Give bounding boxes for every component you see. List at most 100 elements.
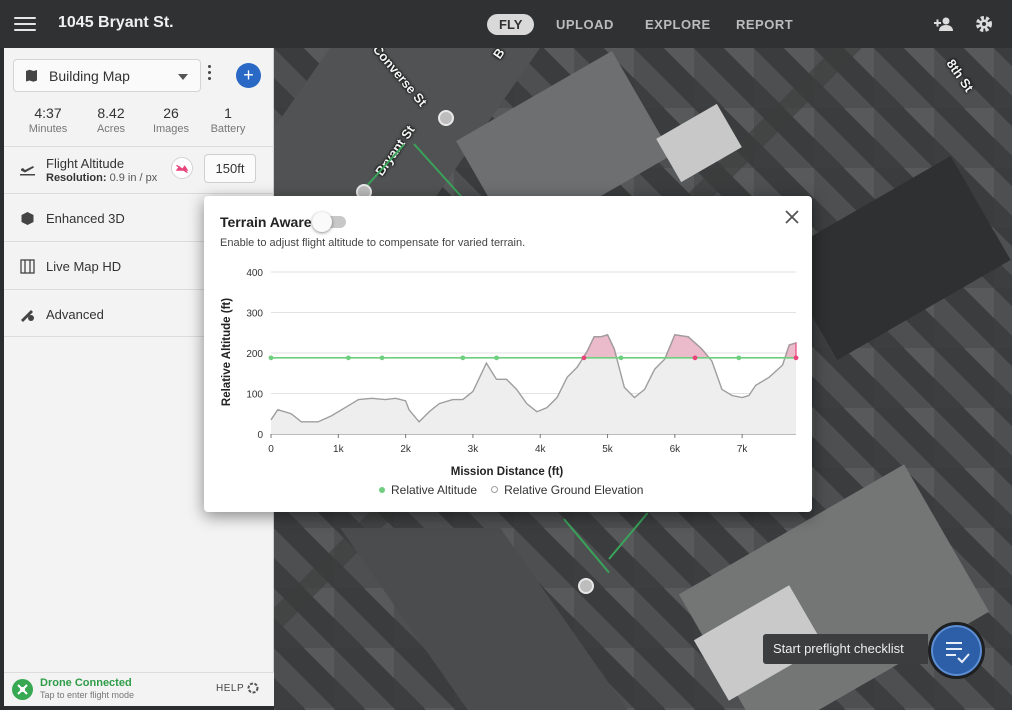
toggle-knob [312,212,332,232]
dialog-title: Terrain Aware [220,214,312,230]
map-type-label: Building Map [49,68,130,84]
stat-battery: 1 Battery [198,105,258,135]
resolution-value: 0.9 in / px [109,172,158,184]
help-button[interactable]: HELP [216,683,244,694]
altitude-point [268,355,274,361]
cube-icon [21,212,34,225]
stat-label: Battery [210,123,246,135]
tab-explore[interactable]: EXPLORE [645,17,711,32]
drone-status-title: Drone Connected [40,677,132,689]
waypoint-marker[interactable] [578,578,594,594]
stat-value: 8.42 [97,105,125,121]
y-axis-label: Relative Altitude (ft) [221,298,233,406]
legend-dot [491,486,499,493]
top-bar: 1045 Bryant St. FLY UPLOAD EXPLORE REPOR… [0,0,1012,48]
flight-path [608,512,649,560]
legend-item-ground: Relative Ground Elevation [491,483,643,497]
altitude-point [460,355,466,361]
live-map-icon [20,259,35,274]
altitude-point [379,355,385,361]
preflight-checklist-button[interactable] [928,622,985,679]
drone-status-subtitle: Tap to enter flight mode [40,690,135,700]
more-options-icon[interactable] [202,62,216,90]
map-road [340,528,628,710]
y-tick-label: 200 [246,349,263,360]
stat-images: 26 Images [141,105,201,135]
flight-altitude-label: Flight Altitude [46,156,125,171]
terrain-conflict-area [581,334,618,359]
x-axis-label: Mission Distance (ft) [451,466,564,478]
legend-label: Relative Ground Elevation [504,483,644,497]
x-tick-label: 7k [737,444,749,455]
legend-item-altitude: Relative Altitude [379,483,477,497]
legend-label: Relative Altitude [391,483,478,497]
x-tick-label: 6k [670,444,682,455]
page-title: 1045 Bryant St. [58,14,174,31]
stat-label: Images [152,123,190,135]
stat-label: Minutes [28,123,68,135]
chevron-down-icon [178,74,188,80]
altitude-point [346,355,351,361]
chart-legend: Relative Altitude Relative Ground Elevat… [379,483,643,497]
altitude-point [494,355,499,361]
street-label: 8th St [943,56,977,95]
y-tick-label: 100 [246,390,263,401]
map-type-select[interactable]: Building Map [13,59,201,92]
altitude-input[interactable]: 150ft [204,154,256,183]
tab-report[interactable]: REPORT [736,17,793,32]
close-icon[interactable] [784,209,800,225]
sidebar-item-label: Enhanced 3D [46,211,125,226]
x-tick-label: 2k [400,444,412,455]
stat-acres: 8.42 Acres [81,105,141,135]
help-icon[interactable] [247,682,259,694]
mission-stats: 4:37 Minutes 8.42 Acres 26 Images 1 Batt… [4,105,274,141]
y-tick-label: 400 [246,268,263,279]
map-icon [26,69,37,82]
sidebar-item-label: Advanced [46,307,104,322]
legend-dot [379,487,385,493]
stat-value: 4:37 [34,105,62,121]
x-tick-label: 5k [602,444,614,455]
sidebar-item-label: Live Map HD [46,259,122,274]
terrain-chart: 0 100 200 300 400 0 1k 2k 3k 4k 5k 6k 7k Mission Dis… [221,268,799,478]
y-tick-label: 300 [246,309,263,320]
hamburger-menu-icon[interactable] [14,14,36,34]
x-tick-label: 3k [468,444,480,455]
waypoint-marker[interactable] [438,110,454,126]
drone-connected-icon [12,679,33,700]
x-tick-label: 1k [333,444,345,455]
resolution-label: Resolution: [46,172,107,184]
add-user-icon[interactable] [933,16,955,32]
terrain-conflict-area [664,334,711,359]
dialog-description: Enable to adjust flight altitude to comp… [220,237,526,249]
drone-status-bar[interactable]: Drone Connected Tap to enter flight mode… [4,672,274,706]
terrain-aware-toggle[interactable] [312,212,346,232]
stat-label: Acres [96,123,126,135]
map-building [777,156,1011,360]
x-tick-label: 0 [268,444,274,455]
preflight-checklist-label[interactable]: Start preflight checklist [763,634,928,664]
altitude-point [692,355,698,361]
advanced-settings-icon [21,310,34,322]
resolution-text: Resolution: 0.9 in / px [46,172,157,184]
airplane-takeoff-icon [20,166,35,176]
flight-path [563,518,610,574]
altitude-point [618,355,624,361]
stat-minutes: 4:37 Minutes [18,105,78,135]
ground-elevation-area [271,334,796,434]
gear-icon[interactable] [975,15,993,33]
altitude-point [793,355,799,361]
stat-value: 1 [224,105,232,121]
flight-altitude-row[interactable]: Flight Altitude Resolution: 0.9 in / px … [4,146,274,193]
tab-fly[interactable]: FLY [487,14,535,35]
altitude-point [581,355,587,361]
map-building [656,103,742,183]
terrain-warning-icon[interactable] [171,157,193,179]
terrain-aware-dialog: Terrain Aware Enable to adjust flight al… [204,196,812,512]
x-tick-label: 4k [535,444,547,455]
checklist-icon [946,642,970,664]
chart-areas [271,334,797,434]
add-mission-button[interactable]: + [236,63,261,88]
stat-value: 26 [163,105,179,121]
tab-upload[interactable]: UPLOAD [556,17,614,32]
